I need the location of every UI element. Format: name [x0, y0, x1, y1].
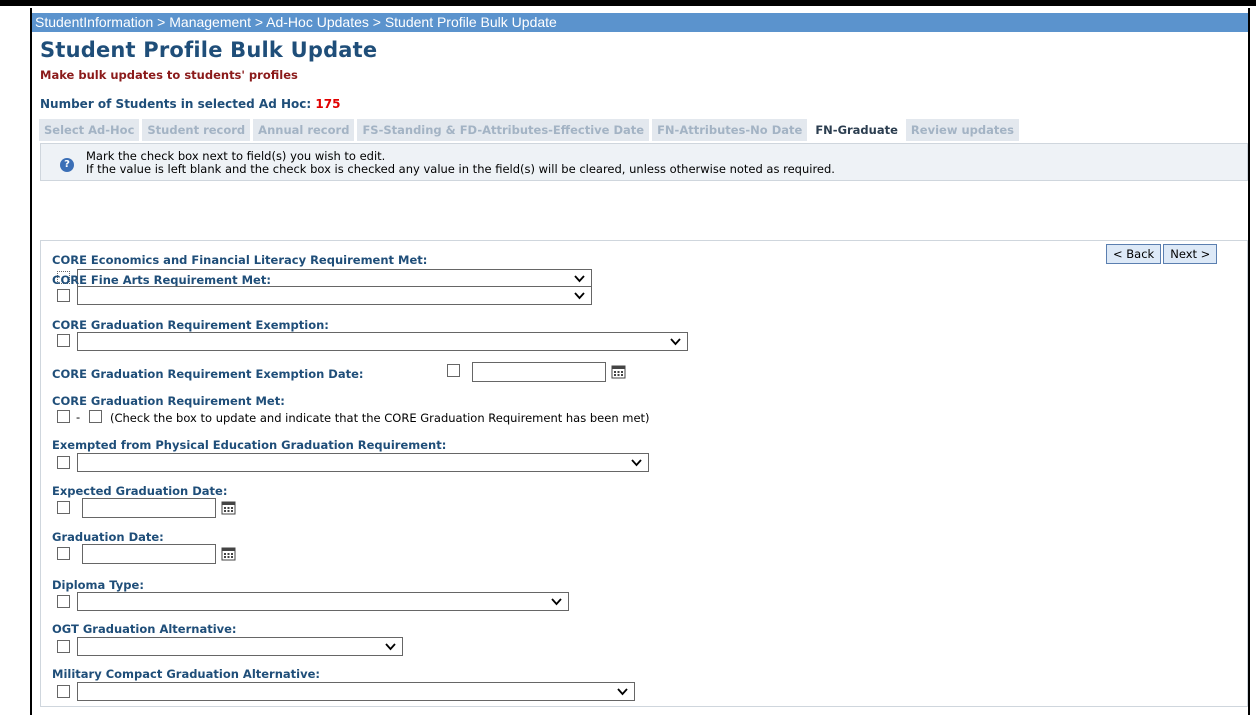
label-military: Military Compact Graduation Alternative: — [52, 667, 321, 681]
tab-fn-graduate[interactable]: FN-Graduate — [810, 119, 903, 141]
tab-fn-attributes[interactable]: FN-Attributes-No Date — [652, 119, 808, 141]
exemption-date-input[interactable] — [472, 362, 606, 382]
chevron-down-icon — [670, 338, 681, 346]
label-exemption: CORE Graduation Requirement Exemption: — [52, 318, 329, 332]
checkbox-req-met-update[interactable] — [57, 410, 70, 423]
select-ogt[interactable] — [77, 637, 403, 656]
tab-student-record[interactable]: Student record — [142, 119, 251, 141]
label-expected-grad: Expected Graduation Date: — [52, 484, 228, 498]
select-military[interactable] — [77, 682, 635, 701]
chevron-down-icon — [574, 275, 585, 283]
checkbox-exemption[interactable] — [57, 334, 70, 347]
label-exemption-date: CORE Graduation Requirement Exemption Da… — [52, 367, 364, 381]
tab-annual-record[interactable]: Annual record — [253, 119, 355, 141]
select-fine-arts[interactable] — [77, 286, 592, 305]
grad-date-input[interactable] — [82, 544, 216, 564]
dash-separator: - — [76, 410, 81, 424]
calendar-icon[interactable] — [219, 499, 238, 518]
checkbox-military[interactable] — [57, 685, 70, 698]
label-req-met: CORE Graduation Requirement Met: — [52, 394, 285, 408]
breadcrumb[interactable]: StudentInformation > Management > Ad-Hoc… — [32, 13, 1248, 32]
checkbox-req-met-value[interactable] — [89, 410, 102, 423]
chevron-down-icon — [385, 643, 396, 651]
label-grad-date: Graduation Date: — [52, 530, 164, 544]
label-econ: CORE Economics and Financial Literacy Re… — [52, 253, 428, 267]
nav-buttons: < Back Next > — [1106, 244, 1219, 264]
calendar-icon[interactable] — [609, 363, 628, 382]
expected-grad-input[interactable] — [82, 498, 216, 518]
req-met-note: (Check the box to update and indicate th… — [110, 411, 650, 425]
checkbox-pe-exempt[interactable] — [57, 456, 70, 469]
page-subtitle: Make bulk updates to students' profiles — [40, 68, 298, 82]
info-icon: ? — [60, 158, 74, 172]
top-border — [0, 0, 1256, 6]
chevron-down-icon — [617, 688, 628, 696]
label-pe-exempt: Exempted from Physical Education Graduat… — [52, 438, 447, 452]
checkbox-exemption-date[interactable] — [447, 364, 460, 377]
checkbox-grad-date[interactable] — [57, 547, 70, 560]
label-diploma: Diploma Type: — [52, 578, 144, 592]
checkbox-expected-grad[interactable] — [57, 501, 70, 514]
student-count-label: Number of Students in selected Ad Hoc: — [40, 97, 316, 111]
tab-fs-standing[interactable]: FS-Standing & FD-Attributes-Effective Da… — [357, 119, 650, 141]
select-pe-exempt[interactable] — [77, 453, 649, 472]
chevron-down-icon — [574, 292, 585, 300]
chevron-down-icon — [631, 459, 642, 467]
page-title: Student Profile Bulk Update — [40, 38, 378, 62]
label-fine-arts: CORE Fine Arts Requirement Met: — [52, 273, 271, 287]
chevron-down-icon — [551, 598, 562, 606]
checkbox-fine-arts[interactable] — [57, 289, 70, 302]
tab-select-ad-hoc[interactable]: Select Ad-Hoc — [39, 119, 140, 141]
select-diploma[interactable] — [77, 592, 569, 611]
calendar-icon[interactable] — [219, 545, 238, 564]
tab-review-updates[interactable]: Review updates — [905, 119, 1019, 141]
wizard-tabs: Select Ad-Hoc Student record Annual reco… — [39, 119, 1022, 141]
select-exemption[interactable] — [77, 332, 688, 351]
info-text: Mark the check box next to field(s) you … — [86, 150, 835, 176]
next-button[interactable]: Next > — [1163, 244, 1218, 264]
student-count-value: 175 — [315, 97, 341, 111]
student-count: Number of Students in selected Ad Hoc: 1… — [40, 97, 340, 111]
checkbox-diploma[interactable] — [57, 595, 70, 608]
checkbox-ogt[interactable] — [57, 640, 70, 653]
info-line-2: If the value is left blank and the check… — [86, 162, 835, 176]
back-button[interactable]: < Back — [1106, 244, 1162, 264]
label-ogt: OGT Graduation Alternative: — [52, 622, 237, 636]
info-panel: ? Mark the check box next to field(s) yo… — [40, 143, 1248, 181]
